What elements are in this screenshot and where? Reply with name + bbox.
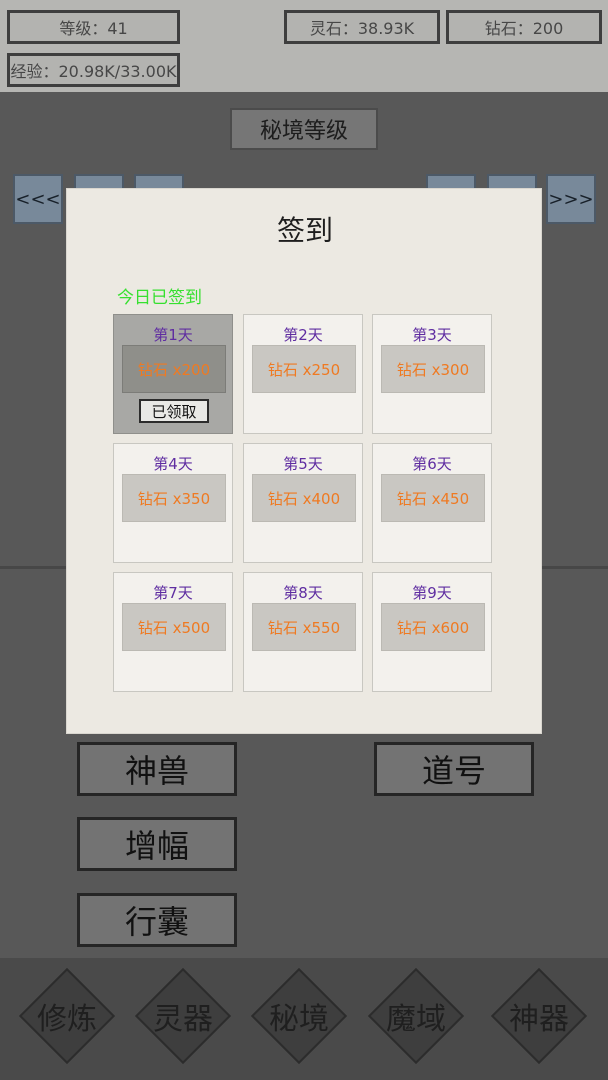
day-6-card[interactable]: 第6天 钻石 x450: [372, 443, 492, 563]
day-label: 第4天: [153, 455, 193, 473]
reward-value: 钻石 x550: [252, 603, 356, 651]
day-9-card[interactable]: 第9天 钻石 x600: [372, 572, 492, 692]
reward-value: 钻石 x400: [252, 474, 356, 522]
day-label: 第1天: [153, 326, 193, 344]
reward-value: 钻石 x350: [122, 474, 226, 522]
reward-value: 钻石 x450: [381, 474, 485, 522]
checked-in-status: 今日已签到: [117, 288, 202, 308]
reward-value: 钻石 x600: [381, 603, 485, 651]
check-in-modal: 签到 今日已签到 第1天 钻石 x200 已领取 第2天 钻石 x250 第3天…: [66, 188, 542, 734]
modal-title: 签到: [276, 214, 333, 247]
day-label: 第9天: [412, 584, 452, 602]
nav-cultivate-label: 修炼: [37, 1002, 97, 1037]
nav-artifact-label: 神器: [509, 1002, 569, 1037]
day-1-card: 第1天 钻石 x200 已领取: [113, 314, 233, 434]
nav-demon-domain-label: 魔域: [386, 1002, 446, 1037]
nav-secret-realm-label: 秘境: [269, 1002, 329, 1037]
reward-value: 钻石 x250: [252, 345, 356, 393]
day-5-card[interactable]: 第5天 钻石 x400: [243, 443, 363, 563]
claimed-button[interactable]: 已领取: [139, 399, 209, 423]
day-label: 第8天: [283, 584, 323, 602]
day-2-card[interactable]: 第2天 钻石 x250: [243, 314, 363, 434]
day-label: 第3天: [412, 326, 452, 344]
day-label: 第2天: [283, 326, 323, 344]
reward-value: 钻石 x200: [122, 345, 226, 393]
day-8-card[interactable]: 第8天 钻石 x550: [243, 572, 363, 692]
day-3-card[interactable]: 第3天 钻石 x300: [372, 314, 492, 434]
day-7-card[interactable]: 第7天 钻石 x500: [113, 572, 233, 692]
reward-value: 钻石 x300: [381, 345, 485, 393]
reward-value: 钻石 x500: [122, 603, 226, 651]
day-4-card[interactable]: 第4天 钻石 x350: [113, 443, 233, 563]
nav-spirit-weapon-label: 灵器: [153, 1002, 213, 1037]
day-label: 第7天: [153, 584, 193, 602]
day-label: 第5天: [283, 455, 323, 473]
day-label: 第6天: [412, 455, 452, 473]
